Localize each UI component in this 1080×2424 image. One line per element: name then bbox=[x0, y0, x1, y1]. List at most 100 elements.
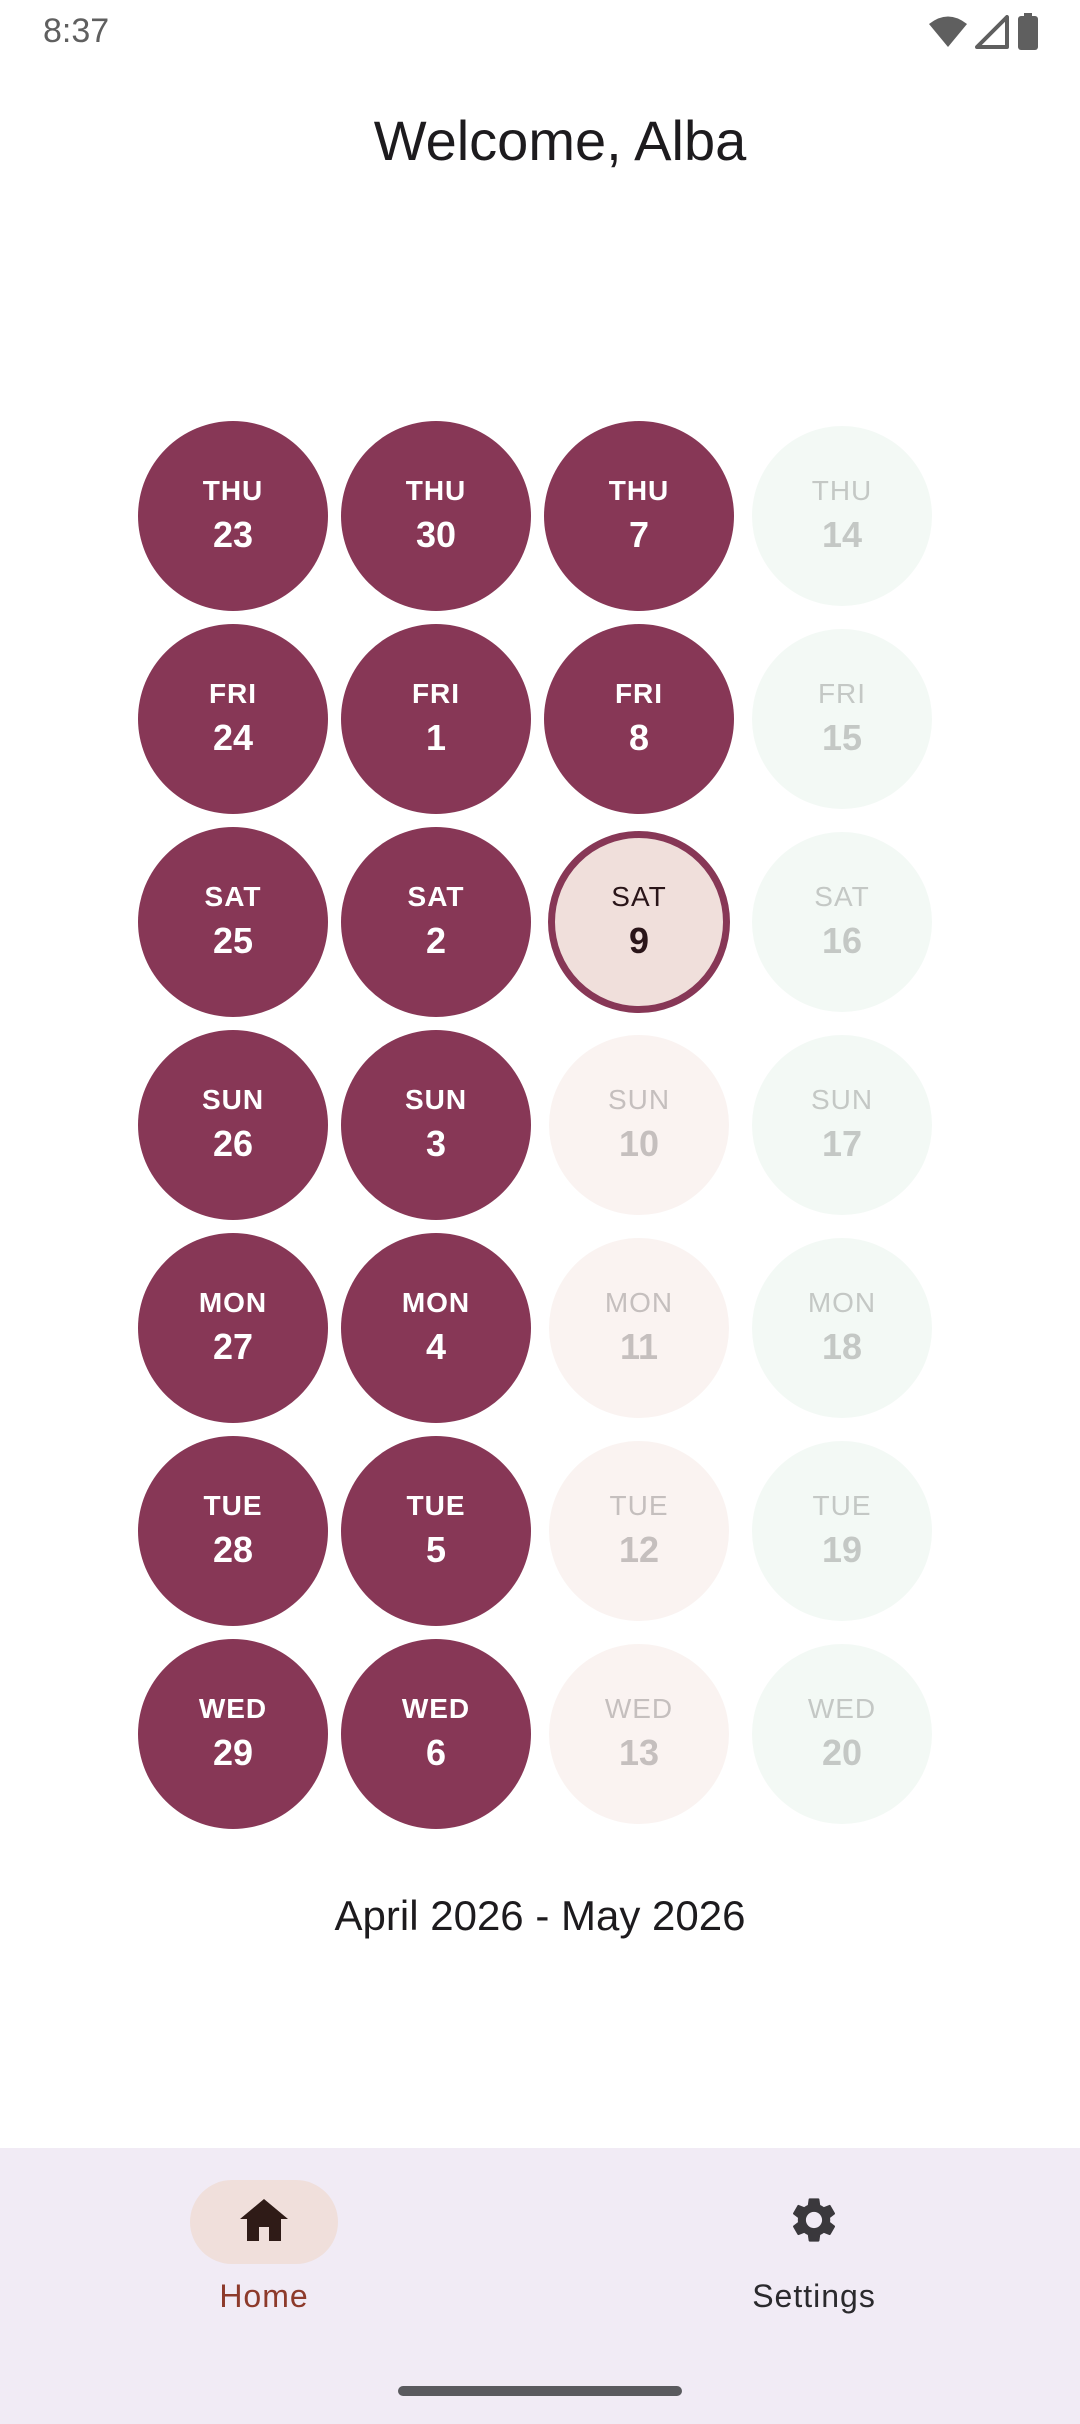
day-number-label: 13 bbox=[618, 1732, 660, 1773]
status-icons bbox=[928, 12, 1040, 52]
calendar-day-sun-3[interactable]: SUN 3 bbox=[341, 1030, 531, 1220]
day-of-week-label: SAT bbox=[407, 881, 465, 912]
calendar-day-thu-30[interactable]: THU 30 bbox=[341, 421, 531, 611]
day-of-week-label: THU bbox=[202, 475, 264, 506]
cell-signal-icon bbox=[974, 15, 1010, 49]
day-of-week-label: FRI bbox=[614, 678, 664, 709]
day-number-label: 3 bbox=[425, 1123, 447, 1164]
day-of-week-label: WED bbox=[198, 1693, 268, 1724]
day-of-week-label: SAT bbox=[814, 881, 870, 912]
nav-item-home[interactable]: Home bbox=[134, 2180, 394, 2340]
gesture-navigation-bar[interactable] bbox=[398, 2386, 682, 2396]
day-of-week-label: THU bbox=[811, 475, 873, 506]
day-number-label: 19 bbox=[821, 1529, 863, 1570]
day-number-label: 24 bbox=[212, 717, 254, 758]
app-screen: 8:37 Welcome, Alba THU 23 FRI 24 SAT 25 SUN 26 M… bbox=[0, 0, 1080, 2424]
calendar-day-sat-16[interactable]: SAT 16 bbox=[752, 832, 932, 1012]
calendar-day-sun-17[interactable]: SUN 17 bbox=[752, 1035, 932, 1215]
calendar-day-mon-18[interactable]: MON 18 bbox=[752, 1238, 932, 1418]
day-number-label: 5 bbox=[425, 1529, 447, 1570]
day-of-week-label: MON bbox=[198, 1287, 268, 1318]
nav-home-indicator bbox=[190, 2180, 338, 2264]
day-of-week-label: SUN bbox=[810, 1084, 874, 1115]
calendar-day-wed-29[interactable]: WED 29 bbox=[138, 1639, 328, 1829]
day-number-label: 15 bbox=[821, 717, 863, 758]
calendar-day-sat-2[interactable]: SAT 2 bbox=[341, 827, 531, 1017]
battery-icon bbox=[1016, 13, 1040, 51]
calendar-day-wed-13[interactable]: WED 13 bbox=[549, 1644, 729, 1824]
day-number-label: 18 bbox=[821, 1326, 863, 1367]
status-time: 8:37 bbox=[43, 12, 110, 50]
calendar-day-tue-19[interactable]: TUE 19 bbox=[752, 1441, 932, 1621]
calendar-day-wed-6[interactable]: WED 6 bbox=[341, 1639, 531, 1829]
day-number-label: 2 bbox=[425, 920, 447, 961]
day-of-week-label: WED bbox=[401, 1693, 471, 1724]
day-number-label: 30 bbox=[415, 514, 457, 555]
nav-item-settings[interactable]: Settings bbox=[684, 2180, 944, 2340]
calendar-day-thu-23[interactable]: THU 23 bbox=[138, 421, 328, 611]
day-of-week-label: THU bbox=[405, 475, 467, 506]
calendar-grid: THU 23 FRI 24 SAT 25 SUN 26 MON 27 TUE 28 WED 29 THU 30… bbox=[138, 421, 938, 1833]
day-of-week-label: SUN bbox=[201, 1084, 265, 1115]
day-number-label: 16 bbox=[821, 920, 863, 961]
calendar-day-tue-5[interactable]: TUE 5 bbox=[341, 1436, 531, 1626]
day-number-label: 9 bbox=[628, 920, 650, 961]
day-number-label: 6 bbox=[425, 1732, 447, 1773]
home-icon bbox=[238, 2197, 290, 2248]
day-number-label: 7 bbox=[628, 514, 650, 555]
calendar-day-tue-12[interactable]: TUE 12 bbox=[549, 1441, 729, 1621]
calendar-day-fri-24[interactable]: FRI 24 bbox=[138, 624, 328, 814]
day-of-week-label: TUE bbox=[812, 1490, 872, 1521]
day-of-week-label: MON bbox=[807, 1287, 877, 1318]
calendar-day-sun-10[interactable]: SUN 10 bbox=[549, 1035, 729, 1215]
day-number-label: 1 bbox=[425, 717, 447, 758]
calendar-day-fri-15[interactable]: FRI 15 bbox=[752, 629, 932, 809]
day-number-label: 26 bbox=[212, 1123, 254, 1164]
bottom-navigation-bar: Home Settings bbox=[0, 2148, 1080, 2424]
day-number-label: 4 bbox=[425, 1326, 447, 1367]
day-number-label: 11 bbox=[619, 1326, 659, 1367]
day-number-label: 27 bbox=[212, 1326, 254, 1367]
day-number-label: 25 bbox=[212, 920, 254, 961]
day-number-label: 12 bbox=[618, 1529, 660, 1570]
calendar-day-thu-7[interactable]: THU 7 bbox=[544, 421, 734, 611]
calendar-day-tue-28[interactable]: TUE 28 bbox=[138, 1436, 328, 1626]
day-of-week-label: FRI bbox=[208, 678, 258, 709]
day-number-label: 23 bbox=[212, 514, 254, 555]
day-of-week-label: TUE bbox=[609, 1490, 669, 1521]
day-of-week-label: MON bbox=[604, 1287, 674, 1318]
calendar-day-fri-8[interactable]: FRI 8 bbox=[544, 624, 734, 814]
day-of-week-label: MON bbox=[401, 1287, 471, 1318]
day-of-week-label: SUN bbox=[607, 1084, 671, 1115]
calendar-day-fri-1[interactable]: FRI 1 bbox=[341, 624, 531, 814]
day-number-label: 10 bbox=[618, 1123, 660, 1164]
day-of-week-label: WED bbox=[604, 1693, 674, 1724]
day-of-week-label: SUN bbox=[404, 1084, 468, 1115]
day-number-label: 28 bbox=[212, 1529, 254, 1570]
status-bar: 8:37 bbox=[0, 0, 1080, 64]
day-number-label: 17 bbox=[821, 1123, 863, 1164]
calendar-day-sat-9-today[interactable]: SAT 9 bbox=[548, 831, 730, 1013]
gear-icon bbox=[787, 2193, 841, 2252]
calendar-day-thu-14[interactable]: THU 14 bbox=[752, 426, 932, 606]
welcome-heading: Welcome, Alba bbox=[373, 109, 747, 172]
day-number-label: 29 bbox=[212, 1732, 254, 1773]
calendar-day-sun-26[interactable]: SUN 26 bbox=[138, 1030, 328, 1220]
calendar-day-mon-11[interactable]: MON 11 bbox=[549, 1238, 729, 1418]
date-range-label: April 2026 - May 2026 bbox=[334, 1892, 746, 1939]
day-of-week-label: SAT bbox=[204, 881, 262, 912]
calendar-day-sat-25[interactable]: SAT 25 bbox=[138, 827, 328, 1017]
nav-settings-label: Settings bbox=[752, 2278, 876, 2314]
day-of-week-label: TUE bbox=[203, 1490, 263, 1521]
nav-home-label: Home bbox=[219, 2278, 309, 2314]
nav-settings-indicator bbox=[740, 2180, 888, 2264]
day-of-week-label: THU bbox=[608, 475, 670, 506]
day-number-label: 14 bbox=[821, 514, 863, 555]
calendar-day-mon-27[interactable]: MON 27 bbox=[138, 1233, 328, 1423]
calendar-day-mon-4[interactable]: MON 4 bbox=[341, 1233, 531, 1423]
day-of-week-label: SAT bbox=[611, 881, 667, 912]
day-of-week-label: TUE bbox=[406, 1490, 466, 1521]
day-of-week-label: FRI bbox=[411, 678, 461, 709]
day-of-week-label: FRI bbox=[817, 678, 867, 709]
calendar-day-wed-20[interactable]: WED 20 bbox=[752, 1644, 932, 1824]
